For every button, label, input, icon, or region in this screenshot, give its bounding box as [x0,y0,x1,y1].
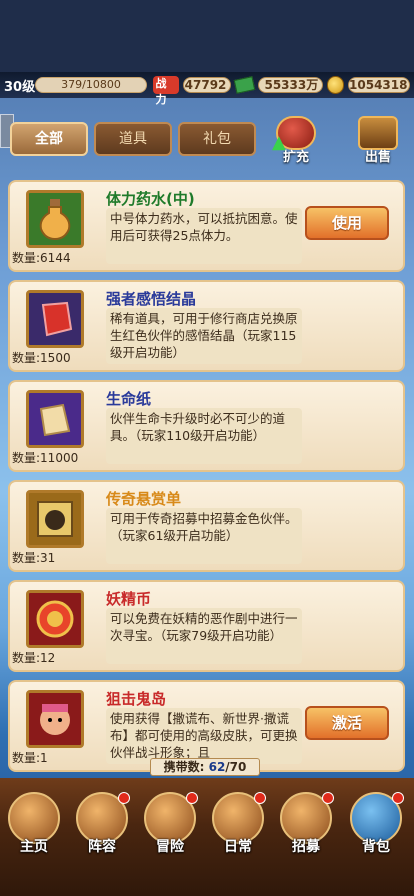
nav-lineup[interactable]: 阵容 [72,792,132,866]
activate-button[interactable]: 激活 [305,706,389,740]
top-status-area [0,0,414,72]
item-quantity: 数量:31 [12,551,56,565]
nav-label: 冒险 [156,839,184,855]
treasure-chest-icon [358,116,398,150]
player-level: 30级 [4,79,36,95]
notification-dot [254,792,266,804]
sell-label: 出售 [364,150,391,165]
item-card[interactable]: 数量:1500 强者感悟结晶 稀有道具，可用于修行商店兑换原生红色伙伴的感悟结晶… [8,280,405,372]
tab-gift-packs[interactable]: 礼包 [178,122,256,156]
item-title: 强者感悟结晶 [106,290,197,308]
item-description: 可用于传奇招募中招募金色伙伴。（玩家61级开启功能） [106,508,302,564]
nav-adventure[interactable]: 冒险 [140,792,200,866]
capacity-used: 62 [208,760,226,774]
item-title: 狙击鬼岛 [106,690,167,708]
bottom-nav: 主页 阵容 冒险 日常 招募 背包 [0,778,414,896]
nav-home[interactable]: 主页 [4,792,64,866]
nav-daily[interactable]: 日常 [208,792,268,866]
capacity-label: 携带数: [163,760,205,774]
fairy-coin-icon [26,590,84,648]
nav-label: 主页 [20,839,48,855]
item-quantity: 数量:1500 [12,351,71,365]
item-quantity: 数量:12 [12,651,56,665]
arrow-up-icon: ▲ [272,132,286,153]
item-quantity: 数量:11000 [12,451,79,465]
wanted-poster-icon [26,490,84,548]
item-title: 体力药水(中) [106,190,195,208]
item-description: 可以免费在妖精的恶作剧中进行一次寻宝。（玩家79级开启功能） [106,608,302,664]
expand-button[interactable]: ▲ 扩充 [268,116,324,168]
cash-value: 55333万 [258,77,324,93]
nav-recruit[interactable]: 招募 [276,792,336,866]
item-title: 传奇悬赏单 [106,490,182,508]
item-description: 使用获得【撒谎布、新世界·撒谎布】都可使用的高级皮肤，可更换伙伴战斗形象；且 [106,708,302,764]
nav-label: 日常 [224,839,252,855]
potion-icon [26,190,84,248]
item-card[interactable]: 数量:12 妖精币 可以免费在妖精的恶作剧中进行一次寻宝。（玩家79级开启功能） [8,580,405,672]
bag-tabs: 全部 道具 礼包 ▲ 扩充 出售 [0,110,414,170]
power-value: 47792 [182,77,232,93]
item-title: 生命纸 [106,390,152,408]
notification-dot [118,792,130,804]
item-card[interactable]: 数量:11000 生命纸 伙伴生命卡升级时必不可少的道具。（玩家110级开启功能… [8,380,405,472]
paper-icon [26,390,84,448]
item-title: 妖精币 [106,590,152,608]
bag-capacity: 携带数: 62/70 [150,758,260,776]
power-icon: 战力 [152,76,179,106]
item-description: 伙伴生命卡升级时必不可少的道具。（玩家110级开启功能） [106,408,302,464]
cash-icon [234,76,256,94]
notification-dot [186,792,198,804]
gold-coin-icon [327,76,345,94]
item-card[interactable]: 数量:31 传奇悬赏单 可用于传奇招募中招募金色伙伴。（玩家61级开启功能） [8,480,405,572]
exp-bar: 379/10800 [35,77,147,93]
nav-bag[interactable]: 背包 [346,792,406,866]
item-description: 中号体力药水，可以抵抗困意。使用后可获得25点体力。 [106,208,302,264]
item-quantity: 数量:6144 [12,251,71,265]
item-card[interactable]: 数量:6144 体力药水(中) 中号体力药水，可以抵抗困意。使用后可获得25点体… [8,180,405,272]
notification-dot [392,792,404,804]
tab-all[interactable]: 全部 [10,122,88,156]
nav-label: 背包 [362,839,390,855]
nav-label: 招募 [292,839,320,855]
item-list[interactable]: 数量:6144 体力药水(中) 中号体力药水，可以抵抗困意。使用后可获得25点体… [0,176,414,772]
capacity-total: /70 [225,760,247,774]
sell-button[interactable]: 出售 [350,116,406,168]
nav-label: 阵容 [88,839,116,855]
resource-bar: 30级 379/10800 战力 47792 55333万 1054318 [0,72,414,106]
item-description: 稀有道具，可用于修行商店兑换原生红色伙伴的感悟结晶（玩家115级开启功能） [106,308,302,364]
avatar-skin-icon [26,690,84,748]
item-quantity: 数量:1 [12,751,48,765]
crystal-icon [26,290,84,348]
use-button[interactable]: 使用 [305,206,389,240]
tab-items[interactable]: 道具 [94,122,172,156]
notification-dot [322,792,334,804]
gold-value: 1054318 [348,77,411,93]
